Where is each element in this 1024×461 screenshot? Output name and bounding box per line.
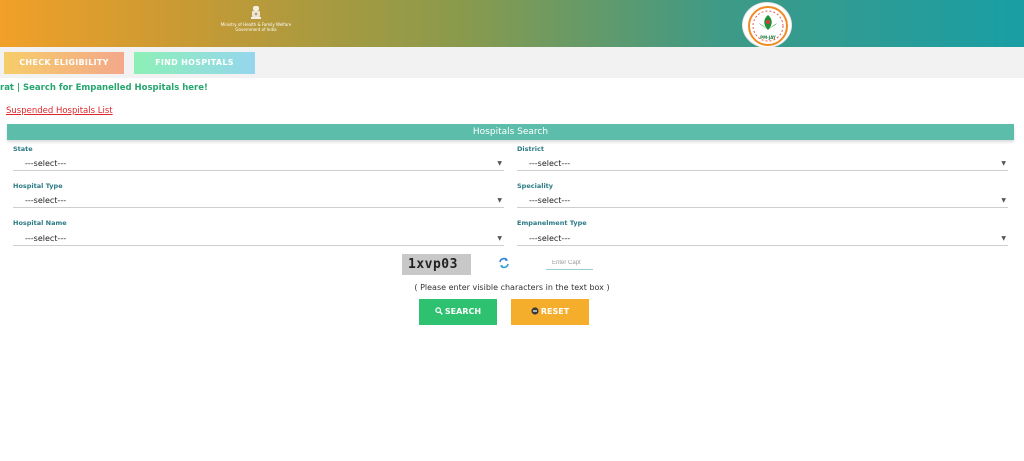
captcha-image: 1xvp03 xyxy=(402,254,471,275)
chevron-down-icon: ▼ xyxy=(497,197,502,204)
tab-find-hospitals[interactable]: FIND HOSPITALS xyxy=(134,52,255,74)
tab-bar: CHECK ELIGIBILITY FIND HOSPITALS xyxy=(0,47,1024,78)
government-name: Government of India xyxy=(235,27,277,32)
scrolling-announcement: rat | Search for Empanelled Hospitals he… xyxy=(0,83,208,93)
search-icon xyxy=(435,307,443,315)
captcha-input[interactable] xyxy=(546,256,593,270)
hospital-name-select[interactable]: ---select--- ▼ xyxy=(13,232,504,246)
empanelment-type-select-value: ---select--- xyxy=(529,234,571,243)
tab-check-eligibility[interactable]: CHECK ELIGIBILITY xyxy=(4,52,124,74)
chevron-down-icon: ▼ xyxy=(1001,160,1006,167)
pmjay-logo-text: PM-JAY xyxy=(760,35,776,40)
hospital-type-select-value: ---select--- xyxy=(25,196,67,205)
state-select-value: ---select--- xyxy=(25,159,67,168)
suspended-hospitals-link[interactable]: Suspended Hospitals List xyxy=(6,106,113,116)
speciality-label: Speciality xyxy=(517,182,554,190)
pmjay-logo[interactable]: PM-JAY xyxy=(742,2,792,48)
reset-button[interactable]: RESET xyxy=(511,299,589,325)
refresh-captcha-icon[interactable] xyxy=(498,257,510,269)
state-label: State xyxy=(13,145,33,153)
speciality-select[interactable]: ---select--- ▼ xyxy=(517,194,1008,208)
hospital-type-select[interactable]: ---select--- ▼ xyxy=(13,194,504,208)
site-header: Ministry of Health & Family Welfare Gove… xyxy=(0,0,1024,48)
speciality-select-value: ---select--- xyxy=(529,196,571,205)
empanelment-type-label: Empanelment Type xyxy=(517,219,587,227)
hospitals-search-header: Hospitals Search xyxy=(7,124,1014,140)
state-select[interactable]: ---select--- ▼ xyxy=(13,157,504,171)
chevron-down-icon: ▼ xyxy=(1001,235,1006,242)
district-select-value: ---select--- xyxy=(529,159,571,168)
hospital-name-label: Hospital Name xyxy=(13,219,67,227)
district-select[interactable]: ---select--- ▼ xyxy=(517,157,1008,171)
chevron-down-icon: ▼ xyxy=(497,160,502,167)
captcha-hint: ( Please enter visible characters in the… xyxy=(414,283,610,292)
national-emblem-icon xyxy=(251,6,261,19)
minus-circle-icon xyxy=(531,307,539,315)
empanelment-type-select[interactable]: ---select--- ▼ xyxy=(517,232,1008,246)
pmjay-emblem-icon xyxy=(748,6,788,46)
search-button-label: SEARCH xyxy=(444,307,482,316)
search-button[interactable]: SEARCH xyxy=(419,299,497,325)
hospital-name-select-value: ---select--- xyxy=(25,234,67,243)
chevron-down-icon: ▼ xyxy=(1001,197,1006,204)
chevron-down-icon: ▼ xyxy=(497,235,502,242)
hospital-type-label: Hospital Type xyxy=(13,182,63,190)
reset-button-label: RESET xyxy=(540,307,570,316)
ministry-branding: Ministry of Health & Family Welfare Gove… xyxy=(218,5,294,32)
district-label: District xyxy=(517,145,544,153)
